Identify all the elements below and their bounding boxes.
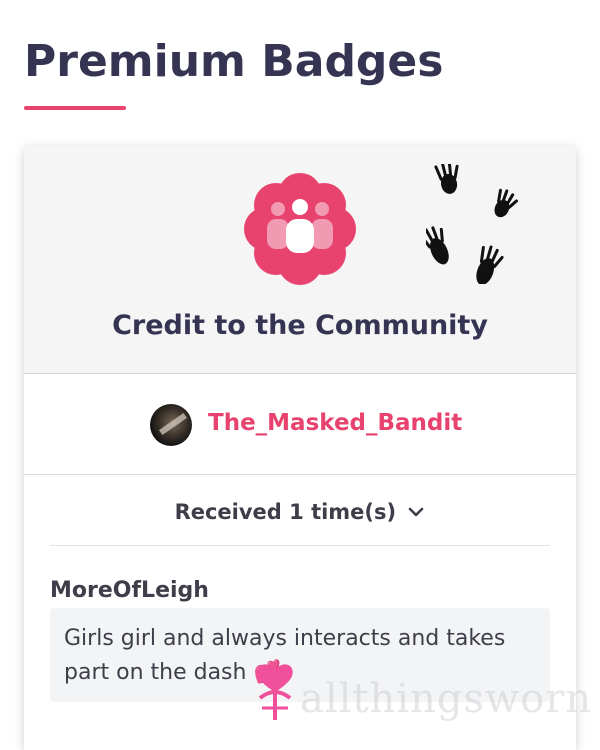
title-underline — [24, 106, 126, 110]
page-title: Premium Badges — [24, 36, 444, 87]
paw-prints-icon — [426, 164, 518, 284]
recipient-row: The_Masked_Bandit — [24, 374, 576, 475]
badge-header: Credit to the Community — [24, 146, 576, 374]
watermark-text: allthingsworn — [300, 676, 593, 722]
watermark-emblem-icon — [257, 664, 293, 720]
community-people-icon — [244, 173, 356, 285]
divider — [50, 545, 550, 546]
avatar[interactable] — [150, 404, 192, 446]
received-count-toggle[interactable]: Received 1 time(s) — [24, 500, 576, 524]
comment-author: MoreOfLeigh — [50, 578, 209, 603]
badge-name: Credit to the Community — [112, 310, 488, 341]
received-count-label: Received 1 time(s) — [174, 500, 397, 524]
recipient-username-link[interactable]: The_Masked_Bandit — [208, 410, 462, 436]
chevron-down-icon — [409, 507, 424, 516]
watermark: allthingsworn — [250, 656, 600, 750]
